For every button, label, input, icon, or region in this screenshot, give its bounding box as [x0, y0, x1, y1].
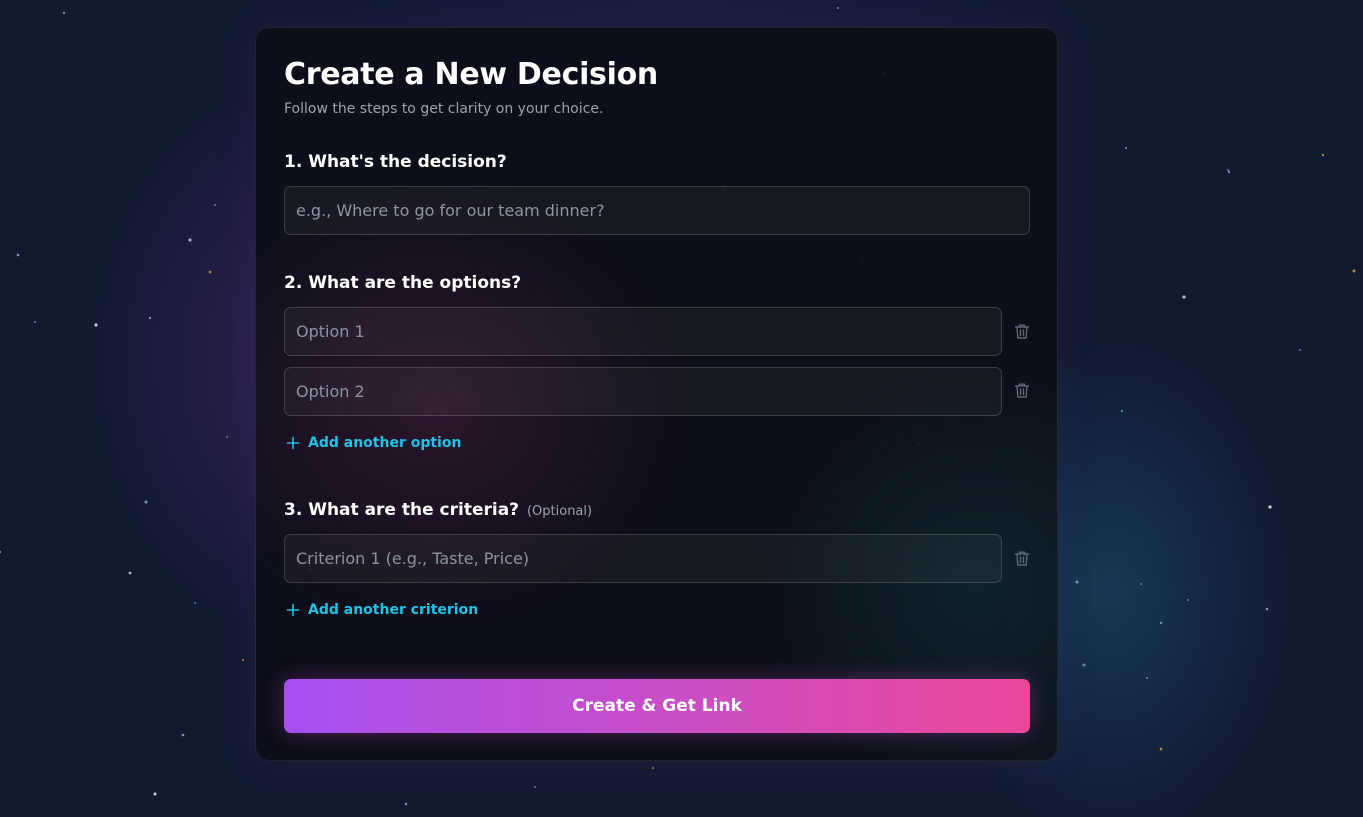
trash-icon: [1014, 383, 1030, 398]
delete-option-2-button[interactable]: [1012, 380, 1032, 400]
plus-icon: [286, 603, 300, 617]
star: [1182, 295, 1186, 299]
criteria-section-title: 3. What are the criteria?: [284, 500, 520, 520]
star: [1352, 269, 1356, 273]
star: [404, 802, 408, 806]
star: [226, 436, 228, 438]
star: [188, 238, 192, 242]
star: [1159, 621, 1163, 625]
star: [62, 11, 66, 15]
star: [1299, 349, 1301, 351]
star: [94, 323, 98, 327]
star: [148, 316, 152, 320]
star: [1082, 663, 1086, 667]
page-title: Create a New Decision: [284, 57, 658, 92]
trash-icon: [1014, 551, 1030, 566]
star: [144, 500, 148, 504]
create-decision-card: Create a New Decision Follow the steps t…: [255, 27, 1058, 761]
star: [534, 786, 536, 788]
star: [194, 602, 196, 604]
optional-note: (Optional): [526, 504, 593, 519]
star: [836, 6, 840, 10]
star: [1075, 580, 1079, 584]
create-and-get-link-button[interactable]: Create & Get Link: [284, 679, 1030, 733]
star: [181, 733, 185, 737]
star: [1159, 747, 1163, 751]
star: [128, 571, 132, 575]
star: [1140, 583, 1142, 585]
plus-icon: [286, 436, 300, 450]
star: [16, 253, 20, 257]
delete-criterion-1-button[interactable]: [1012, 548, 1032, 568]
decision-section-label: 1. What's the decision?: [284, 152, 507, 172]
star: [652, 767, 654, 769]
option-1-input[interactable]: [284, 307, 1002, 356]
option-2-input[interactable]: [284, 367, 1002, 416]
delete-option-1-button[interactable]: [1012, 321, 1032, 341]
options-section-label: 2. What are the options?: [284, 273, 522, 293]
star: [1227, 170, 1231, 174]
add-option-button[interactable]: Add another option: [286, 433, 461, 453]
criterion-1-input[interactable]: [284, 534, 1002, 583]
star: [1321, 153, 1325, 157]
page-subtitle: Follow the steps to get clarity on your …: [284, 101, 604, 117]
star: [1120, 409, 1124, 413]
star: [1146, 677, 1148, 679]
decision-input[interactable]: [284, 186, 1030, 235]
add-criterion-button[interactable]: Add another criterion: [286, 600, 478, 620]
star: [1187, 599, 1189, 601]
star: [34, 321, 36, 323]
star: [1227, 169, 1229, 171]
criteria-section-label: 3. What are the criteria? (Optional): [284, 499, 592, 523]
star: [242, 659, 244, 661]
star: [208, 270, 212, 274]
add-criterion-label: Add another criterion: [308, 602, 479, 618]
star: [1124, 146, 1128, 150]
star: [153, 792, 157, 796]
trash-icon: [1014, 324, 1030, 339]
star: [0, 550, 2, 554]
add-option-label: Add another option: [308, 435, 462, 451]
star: [1268, 505, 1272, 509]
star: [214, 204, 216, 206]
star: [1265, 607, 1269, 611]
